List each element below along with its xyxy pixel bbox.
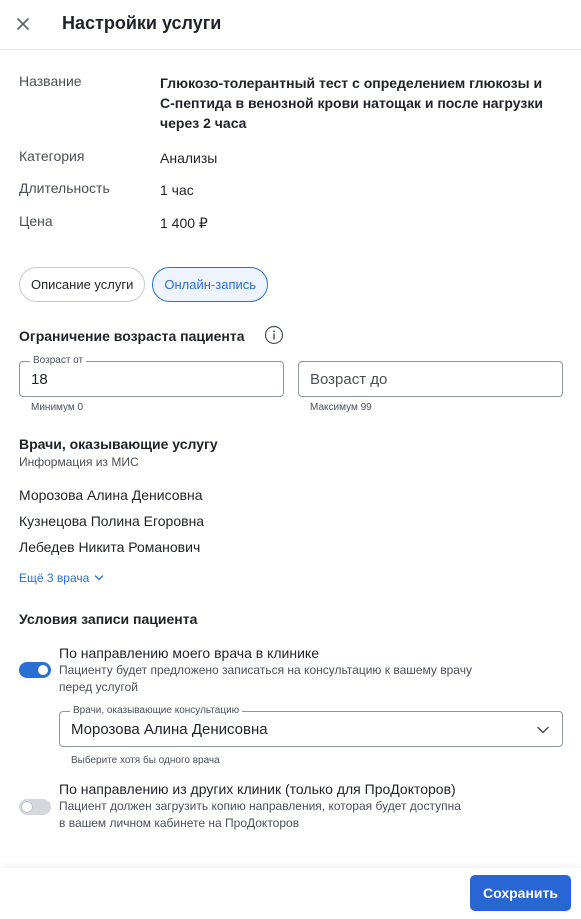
more-doctors-label: Ещё 3 врача bbox=[19, 571, 90, 585]
referral-own-doctor-desc: Пациенту будет предложено записаться на … bbox=[59, 662, 529, 696]
desc-line: перед услугой bbox=[59, 680, 138, 694]
consult-doctors-legend: Врачи, оказывающие консультацию bbox=[70, 705, 243, 716]
service-name-line: С-пептида в венозной крови натощак и пос… bbox=[160, 95, 543, 111]
save-button[interactable]: Сохранить bbox=[470, 875, 571, 911]
referral-other-clinics-desc: Пациент должен загрузить копию направлен… bbox=[59, 798, 529, 832]
desc-line: Пациенту будет предложено записаться на … bbox=[59, 663, 472, 677]
consult-doctors-value: Морозова Алина Денисовна bbox=[71, 721, 268, 738]
service-name-line: Глюкозо-толерантный тест с определением … bbox=[160, 75, 543, 91]
age-from-value: 18 bbox=[31, 371, 48, 388]
consult-doctors-select[interactable]: Врачи, оказывающие консультацию Морозова… bbox=[59, 705, 563, 747]
age-to-field[interactable]: Возраст до bbox=[298, 361, 563, 397]
desc-line: Пациент должен загрузить копию направлен… bbox=[59, 799, 461, 813]
consult-doctors-helper: Выберите хотя бы одного врача bbox=[71, 755, 220, 766]
service-category-value: Анализы bbox=[160, 150, 218, 166]
chevron-down-icon bbox=[537, 726, 549, 734]
referral-own-doctor-toggle[interactable] bbox=[19, 662, 51, 678]
service-name-value: Глюкозо-толерантный тест с определением … bbox=[160, 73, 570, 133]
toggle-knob bbox=[22, 802, 32, 812]
desc-line: в вашем личном кабинете на ПроДокторов bbox=[59, 816, 300, 830]
service-category-label: Категория bbox=[19, 148, 85, 164]
page-title: Настройки услуги bbox=[62, 13, 222, 33]
age-from-helper: Минимум 0 bbox=[31, 402, 84, 413]
age-limit-title: Ограничение возраста пациента bbox=[19, 328, 245, 344]
chevron-down-icon bbox=[95, 575, 104, 581]
doctors-title: Врачи, оказывающие услугу bbox=[19, 436, 218, 452]
tab-online-booking[interactable]: Онлайн-запись bbox=[152, 267, 269, 302]
conditions-title: Условия записи пациента bbox=[19, 611, 198, 627]
doctor-list-item: Лебедев Никита Романович bbox=[19, 539, 201, 555]
service-price-label: Цена bbox=[19, 213, 53, 229]
age-to-placeholder: Возраст до bbox=[310, 371, 388, 388]
age-from-legend: Возраст от bbox=[30, 355, 87, 366]
service-price-value: 1 400 ₽ bbox=[160, 215, 208, 231]
header: Настройки услуги bbox=[0, 0, 581, 50]
close-icon[interactable] bbox=[12, 13, 34, 35]
service-name-label: Название bbox=[19, 73, 82, 89]
age-from-field[interactable]: Возраст от 18 bbox=[19, 355, 284, 397]
doctors-subtitle: Информация из МИС bbox=[19, 455, 139, 469]
doctor-list-item: Морозова Алина Денисовна bbox=[19, 487, 203, 503]
toggle-knob bbox=[38, 665, 48, 675]
doctor-list-item: Кузнецова Полина Егоровна bbox=[19, 513, 205, 529]
referral-other-clinics-toggle[interactable] bbox=[19, 799, 51, 815]
age-to-helper: Максимум 99 bbox=[310, 402, 372, 413]
tab-bar: Описание услуги Онлайн-запись bbox=[19, 267, 269, 302]
more-doctors-link[interactable]: Ещё 3 врача bbox=[19, 571, 104, 585]
service-duration-value: 1 час bbox=[160, 182, 194, 198]
tab-service-description[interactable]: Описание услуги bbox=[19, 267, 146, 302]
service-name-line: через 2 часа bbox=[160, 115, 247, 131]
service-duration-label: Длительность bbox=[19, 180, 110, 196]
info-icon[interactable] bbox=[264, 325, 284, 345]
referral-own-doctor-title: По направлению моего врача в клинике bbox=[59, 645, 319, 661]
referral-other-clinics-title: По направлению из других клиник (только … bbox=[59, 781, 456, 797]
